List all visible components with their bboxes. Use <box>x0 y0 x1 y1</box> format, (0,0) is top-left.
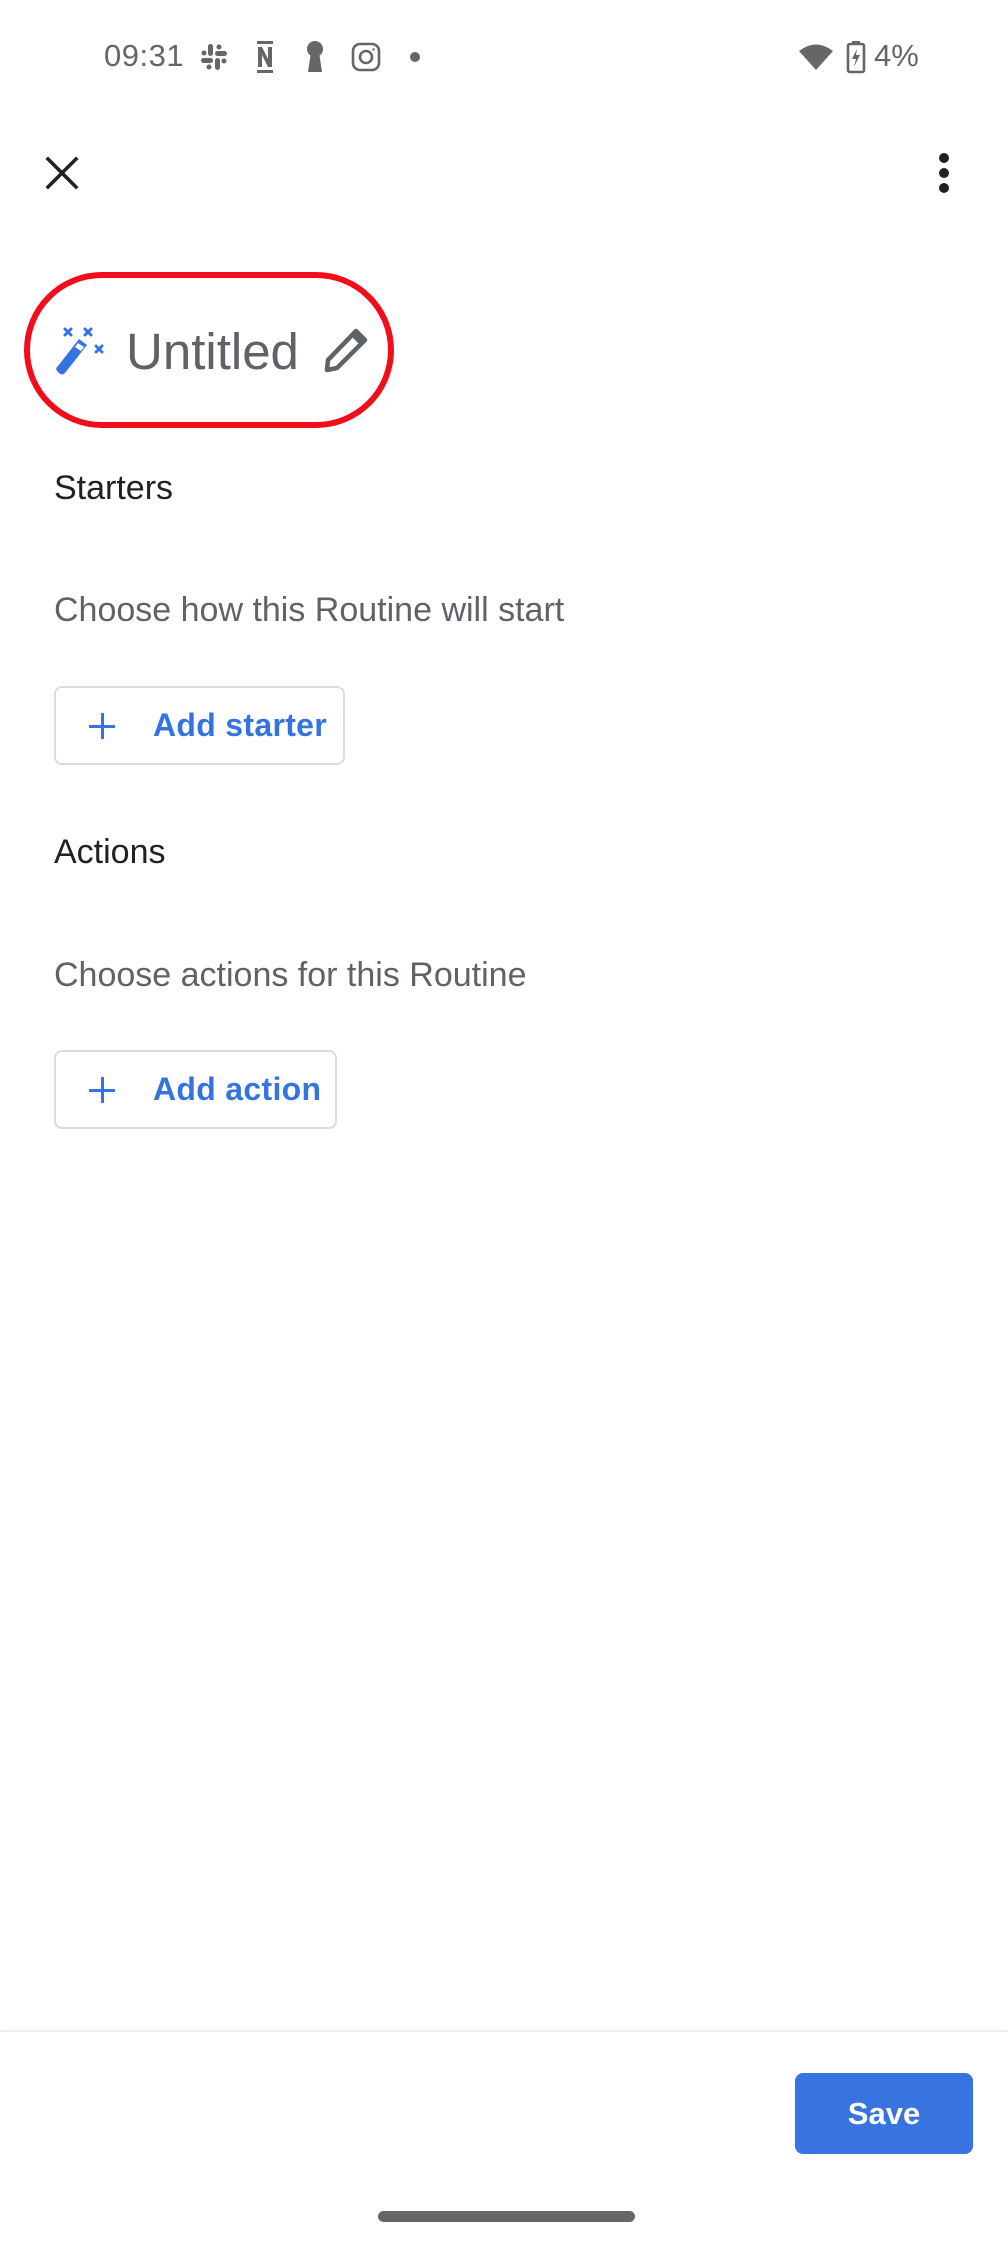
keyhole-icon <box>304 40 326 74</box>
routine-title[interactable]: Untitled <box>126 320 299 384</box>
more-vert-icon <box>938 152 950 198</box>
starters-heading: Starters <box>54 469 174 507</box>
starters-description: Choose how this Routine will start <box>54 591 565 629</box>
slack-icon <box>198 40 230 74</box>
more-options-button[interactable] <box>912 143 976 207</box>
actions-heading: Actions <box>54 833 166 871</box>
save-button[interactable]: Save <box>795 2073 973 2154</box>
close-icon <box>45 155 79 195</box>
add-action-button[interactable]: Add action <box>54 1050 337 1129</box>
edit-title-button[interactable] <box>320 328 370 378</box>
instagram-icon <box>350 40 382 74</box>
battery-percent: 4% <box>874 38 919 73</box>
footer-divider <box>0 2030 1008 2032</box>
magic-wand-icon <box>54 326 106 378</box>
battery-charging-icon <box>846 40 866 74</box>
add-starter-label: Add starter <box>153 707 328 743</box>
add-action-label: Add action <box>153 1071 322 1107</box>
plus-icon <box>89 712 115 739</box>
gesture-nav-handle[interactable] <box>378 2211 635 2222</box>
plus-icon <box>89 1076 115 1103</box>
pencil-icon <box>322 328 368 379</box>
wifi-icon <box>798 40 834 74</box>
add-starter-button[interactable]: Add starter <box>54 686 345 765</box>
notion-icon <box>254 40 276 74</box>
status-time: 09:31 <box>104 38 185 73</box>
actions-description: Choose actions for this Routine <box>54 956 527 994</box>
more-notifications-dot <box>408 40 422 74</box>
close-button[interactable] <box>30 143 94 207</box>
